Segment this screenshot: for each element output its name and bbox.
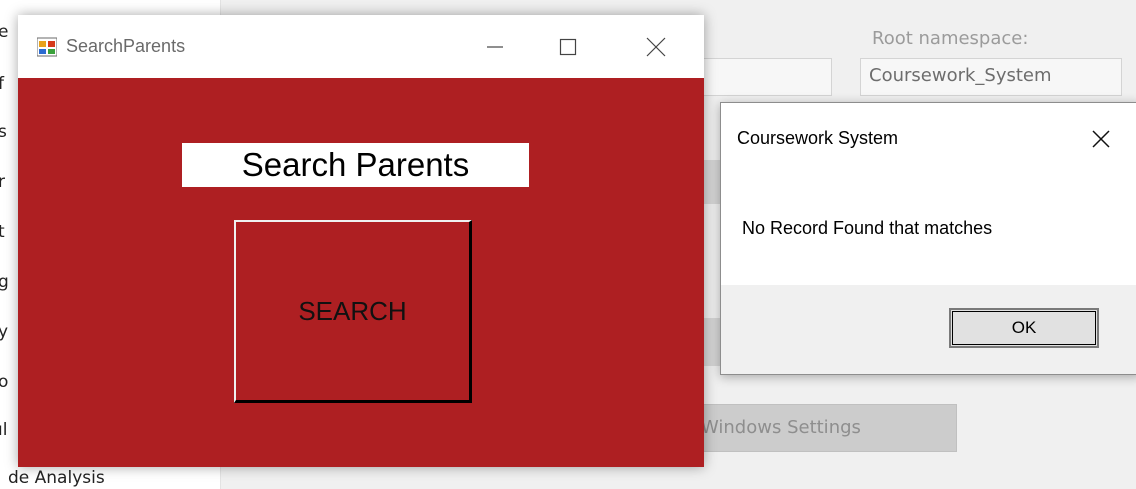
- nav-item-fragment[interactable]: g: [0, 272, 9, 292]
- app-window-icon: [36, 37, 58, 57]
- nav-item-code-analysis[interactable]: de Analysis: [8, 468, 105, 488]
- root-namespace-field[interactable]: Coursework_System: [860, 58, 1122, 96]
- close-button[interactable]: [626, 15, 686, 78]
- message-text: No Record Found that matches: [742, 218, 993, 238]
- nav-item-fragment[interactable]: o: [0, 372, 8, 392]
- nav-item-fragment[interactable]: ıl: [0, 420, 7, 440]
- search-parents-heading: Search Parents: [182, 143, 529, 187]
- message-box-close-button[interactable]: [1076, 119, 1126, 159]
- assembly-name-field[interactable]: [700, 58, 832, 96]
- message-box-title: Coursework System: [737, 128, 899, 148]
- root-namespace-label: Root namespace:: [872, 28, 1029, 49]
- nav-item-fragment[interactable]: f: [0, 74, 4, 94]
- nav-item-fragment[interactable]: s: [0, 122, 7, 142]
- close-icon: [646, 37, 666, 56]
- message-box-dialog: Coursework System No Record Found that m…: [720, 102, 1136, 375]
- nav-item-fragment[interactable]: y: [0, 322, 8, 342]
- view-windows-settings-button[interactable]: Windows Settings: [660, 404, 957, 452]
- close-icon: [1092, 130, 1110, 148]
- minimize-button[interactable]: [464, 15, 524, 78]
- ok-button[interactable]: OK: [949, 308, 1099, 348]
- nav-item-fragment[interactable]: e: [0, 22, 8, 42]
- title-bar[interactable]: SearchParents: [18, 15, 704, 78]
- maximize-icon: [559, 38, 577, 55]
- window-title: SearchParents: [66, 36, 186, 56]
- search-button[interactable]: SEARCH: [234, 220, 472, 403]
- search-parents-window: SearchParents Search Parents SEARCH: [18, 15, 704, 467]
- nav-item-fragment[interactable]: t: [0, 222, 5, 242]
- maximize-button[interactable]: [538, 15, 598, 78]
- nav-item-fragment[interactable]: r: [0, 172, 5, 192]
- minimize-icon: [487, 45, 503, 48]
